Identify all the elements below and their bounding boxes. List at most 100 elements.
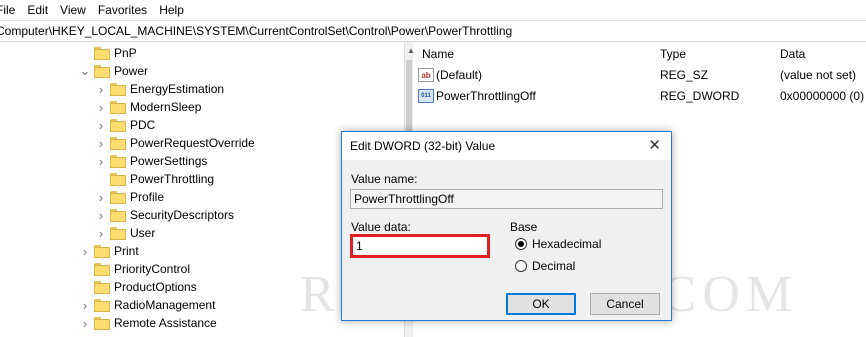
chevron-right-icon[interactable]: ›	[96, 152, 106, 170]
chevron-right-icon[interactable]: ›	[96, 80, 106, 98]
menu-view[interactable]: View	[54, 0, 92, 20]
tree-item-label: Power	[114, 64, 149, 78]
chevron-right-icon[interactable]: ›	[96, 206, 106, 224]
chevron-right-icon[interactable]: ›	[96, 98, 106, 116]
tree-item[interactable]: PnP	[80, 44, 137, 62]
tree-item-label: PDC	[130, 118, 156, 132]
cancel-button[interactable]: Cancel	[590, 293, 660, 315]
binary-value-icon: 011	[418, 89, 434, 103]
chevron-right-icon[interactable]: ›	[96, 134, 106, 152]
edit-dword-dialog: Edit DWORD (32-bit) Value ✕ Value name: …	[341, 131, 672, 321]
folder-icon	[110, 118, 126, 132]
address-path: Computer\HKEY_LOCAL_MACHINE\SYSTEM\Curre…	[0, 24, 513, 38]
hexadecimal-label[interactable]: Hexadecimal	[532, 237, 601, 251]
tree-item-label: User	[130, 226, 156, 240]
tree-item[interactable]: › Remote Assistance	[80, 314, 217, 332]
tree-item-label: Remote Assistance	[114, 316, 217, 330]
tree-item-label: PowerRequestOverride	[130, 136, 255, 150]
folder-icon	[94, 262, 110, 276]
value-row[interactable]: 011 PowerThrottlingOff REG_DWORD 0x00000…	[418, 87, 866, 105]
tree-item[interactable]: › User	[96, 224, 156, 242]
folder-icon	[94, 46, 110, 60]
menu-file[interactable]: File	[0, 0, 21, 20]
menu-bar: File Edit View Favorites Help	[0, 0, 866, 20]
menu-edit[interactable]: Edit	[21, 0, 54, 20]
chevron-down-icon[interactable]: ⌄	[80, 62, 91, 80]
tree-item[interactable]: › RadioManagement	[80, 296, 216, 314]
chevron-right-icon[interactable]: ›	[96, 188, 106, 206]
chevron-right-icon[interactable]: ›	[96, 116, 106, 134]
tree-item-label: ModernSleep	[130, 100, 202, 114]
folder-icon	[94, 64, 110, 78]
value-name: (Default)	[436, 68, 483, 82]
decimal-label[interactable]: Decimal	[532, 259, 575, 273]
dialog-title: Edit DWORD (32-bit) Value	[350, 139, 496, 153]
folder-icon	[110, 100, 126, 114]
folder-icon	[94, 280, 110, 294]
folder-icon	[110, 172, 126, 186]
tree-item[interactable]: PowerThrottling	[96, 170, 214, 188]
folder-icon	[110, 136, 126, 150]
tree-item-label: ProductOptions	[114, 280, 197, 294]
highlight-box	[350, 234, 490, 258]
column-header-type[interactable]: Type	[660, 47, 686, 61]
folder-icon	[110, 82, 126, 96]
tree-item-label: PowerSettings	[130, 154, 208, 168]
value-name-field[interactable]: PowerThrottlingOff	[350, 189, 663, 209]
hexadecimal-radio[interactable]	[515, 238, 527, 250]
folder-icon	[110, 154, 126, 168]
tree-item[interactable]: PriorityControl	[80, 260, 190, 278]
dialog-title-bar[interactable]: Edit DWORD (32-bit) Value ✕	[342, 132, 671, 160]
folder-icon	[110, 226, 126, 240]
tree-item[interactable]: › PowerRequestOverride	[96, 134, 255, 152]
folder-icon	[110, 190, 126, 204]
tree-item[interactable]: › Print	[80, 242, 139, 260]
ok-button[interactable]: OK	[506, 293, 576, 315]
column-header-data[interactable]: Data	[780, 47, 805, 61]
chevron-right-icon[interactable]: ›	[96, 224, 106, 242]
tree-item[interactable]: › ModernSleep	[96, 98, 202, 116]
tree-item[interactable]: › PowerSettings	[96, 152, 208, 170]
tree-item[interactable]: › SecurityDescriptors	[96, 206, 234, 224]
string-value-icon: ab	[418, 68, 434, 82]
value-row[interactable]: ab (Default) REG_SZ (value not set)	[418, 66, 866, 84]
column-header-name[interactable]: Name	[422, 47, 454, 61]
chevron-right-icon[interactable]: ›	[80, 242, 90, 260]
tree-item-label: SecurityDescriptors	[130, 208, 235, 222]
tree-item-label: RadioManagement	[114, 298, 216, 312]
decimal-radio[interactable]	[515, 260, 527, 272]
scrollbar-thumb[interactable]	[406, 60, 412, 140]
tree-item[interactable]: ⌄ Power	[80, 62, 148, 80]
base-label: Base	[510, 220, 538, 234]
value-data-label: Value data:	[351, 220, 411, 234]
menu-help[interactable]: Help	[153, 0, 190, 20]
tree-item[interactable]: › Profile	[96, 188, 164, 206]
value-type: REG_DWORD	[660, 89, 740, 103]
folder-icon	[94, 316, 110, 330]
address-bar[interactable]: Computer\HKEY_LOCAL_MACHINE\SYSTEM\Curre…	[0, 20, 866, 42]
tree-item-label: PowerThrottling	[130, 172, 215, 186]
tree-item[interactable]: › EnergyEstimation	[96, 80, 224, 98]
value-data: (value not set)	[780, 68, 857, 82]
value-name-label: Value name:	[351, 172, 418, 186]
tree-item[interactable]: ProductOptions	[80, 278, 197, 296]
tree-item-label: EnergyEstimation	[130, 82, 225, 96]
tree-item-label: Print	[114, 244, 139, 258]
folder-icon	[94, 244, 110, 258]
value-name: PowerThrottlingOff	[436, 89, 536, 103]
tree-item-label: PriorityControl	[114, 262, 191, 276]
tree-item[interactable]: › PDC	[96, 116, 156, 134]
chevron-right-icon[interactable]: ›	[80, 314, 90, 332]
value-data: 0x00000000 (0)	[780, 89, 865, 103]
folder-icon	[110, 208, 126, 222]
menu-favorites[interactable]: Favorites	[92, 0, 153, 20]
tree-item-label: PnP	[114, 46, 137, 60]
close-icon[interactable]: ✕	[648, 132, 661, 160]
chevron-right-icon[interactable]: ›	[80, 296, 90, 314]
folder-icon	[94, 298, 110, 312]
value-type: REG_SZ	[660, 68, 709, 82]
